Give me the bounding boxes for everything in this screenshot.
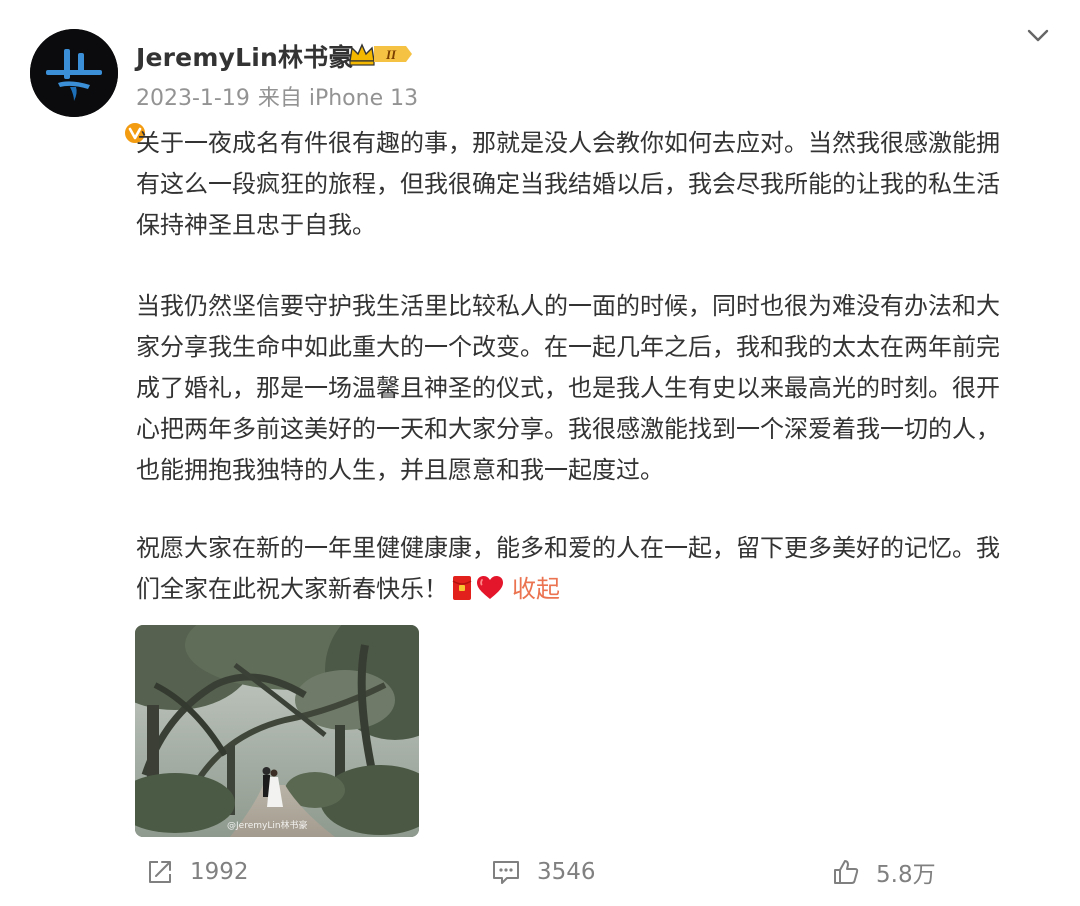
comment-button[interactable]: 3546 bbox=[491, 855, 596, 889]
image-watermark: @JeremyLin林书豪 bbox=[227, 821, 308, 831]
like-count: 5.8万 bbox=[876, 862, 936, 888]
avatar[interactable] bbox=[30, 29, 148, 146]
vip-level-label: II bbox=[385, 47, 397, 62]
post-paragraph-1: 关于一夜成名有件很有趣的事，那就是没人会教你如何去应对。当然我很感激能拥 有这么… bbox=[136, 123, 1056, 246]
share-icon bbox=[149, 861, 171, 883]
text-line: 成了婚礼，那是一场温馨且神圣的仪式，也是我人生有史以来最高光的时刻。很开 bbox=[136, 374, 1000, 402]
post-source: 来自 iPhone 13 bbox=[257, 86, 419, 111]
post-date[interactable]: 2023-1-19 bbox=[136, 86, 250, 111]
text-line: 家分享我生命中如此重大的一个改变。在一起几年之后，我和我的太太在两年前完 bbox=[136, 333, 1000, 361]
text-line: 保持神圣且忠于自我。 bbox=[136, 211, 376, 239]
post-image[interactable]: @JeremyLin林书豪 bbox=[135, 625, 419, 837]
text-line: 有这么一段疯狂的旅程，但我很确定当我结婚以后，我会尽我所能的让我的私生活 bbox=[136, 170, 1000, 198]
text-line: 祝愿大家在新的一年里健健康康，能多和爱的人在一起，留下更多美好的记忆。我 bbox=[136, 534, 1000, 562]
vip-crown-icon[interactable]: II bbox=[348, 41, 414, 67]
post-paragraph-3: 祝愿大家在新的一年里健健康康，能多和爱的人在一起，留下更多美好的记忆。我 们全家… bbox=[136, 528, 1056, 610]
share-count: 1992 bbox=[190, 859, 249, 885]
comment-count: 3546 bbox=[537, 859, 596, 885]
author-name[interactable]: JeremyLin林书豪 bbox=[136, 38, 354, 74]
chevron-down-icon[interactable] bbox=[1024, 24, 1052, 48]
text-segment: 们全家在此祝大家新春快乐！ bbox=[136, 575, 448, 603]
text-line: 心把两年多前这美好的一天和大家分享。我很感激能找到一个深爱着我一切的人， bbox=[136, 415, 1000, 443]
red-heart-emoji-icon bbox=[477, 576, 503, 599]
text-line: 关于一夜成名有件很有趣的事，那就是没人会教你如何去应对。当然我很感激能拥 bbox=[136, 129, 1000, 157]
avatar-logo-icon bbox=[30, 29, 118, 117]
text-line-last: 们全家在此祝大家新春快乐！ 收起 bbox=[136, 569, 1056, 610]
collapse-link[interactable]: 收起 bbox=[512, 575, 560, 603]
post-meta: 2023-1-19 来自 iPhone 13 bbox=[136, 80, 418, 112]
thumbs-up-icon bbox=[834, 860, 859, 884]
post-paragraph-2: 当我仍然坚信要守护我生活里比较私人的一面的时候，同时也很为难没有办法和大 家分享… bbox=[136, 286, 1056, 491]
weibo-post-card: JeremyLin林书豪 II 2023-1-19 来自 iPhone 13 关于… bbox=[0, 0, 1080, 906]
share-button[interactable]: 1992 bbox=[146, 855, 249, 889]
wedding-photo-forest bbox=[135, 625, 419, 837]
comment-icon bbox=[493, 861, 519, 884]
text-line: 也能拥抱我独特的人生，并且愿意和我一起度过。 bbox=[136, 456, 664, 484]
text-line: 当我仍然坚信要守护我生活里比较私人的一面的时候，同时也很为难没有办法和大 bbox=[136, 292, 1000, 320]
red-envelope-emoji-icon bbox=[452, 576, 472, 600]
like-button[interactable]: 5.8万 bbox=[832, 855, 936, 889]
